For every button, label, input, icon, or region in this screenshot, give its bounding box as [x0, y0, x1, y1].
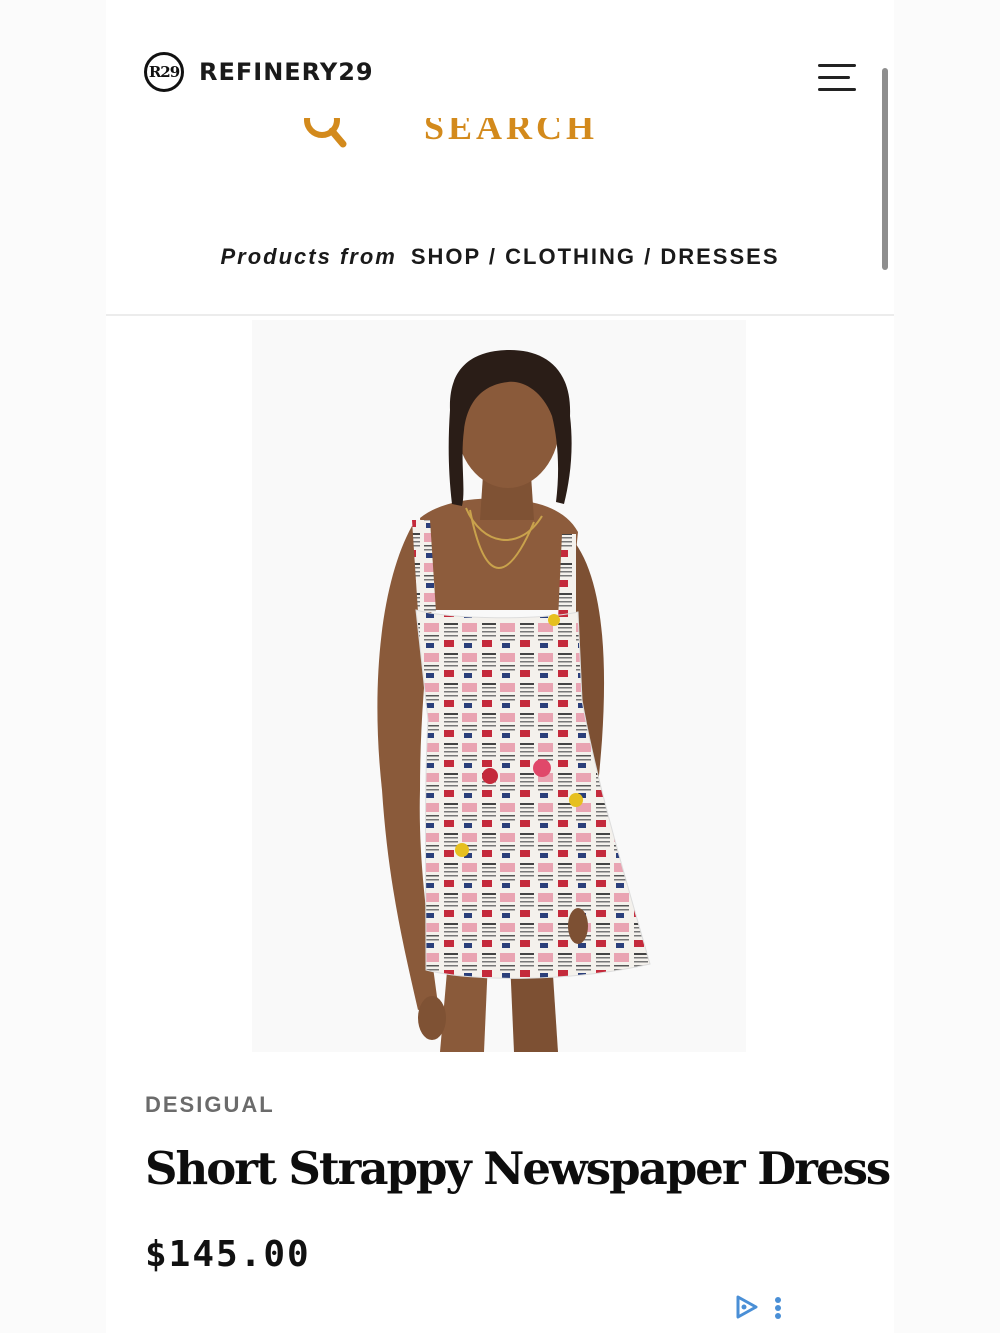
breadcrumb-path[interactable]: SHOP / CLOTHING / DRESSES: [411, 244, 780, 269]
more-options-icon[interactable]: [772, 1296, 784, 1322]
menu-line: [818, 76, 850, 79]
hamburger-menu-icon[interactable]: [816, 60, 860, 96]
breadcrumb-prefix: Products from: [220, 244, 397, 269]
header-divider: [106, 314, 894, 316]
logo-text: REFINERY29: [199, 58, 374, 86]
site-logo[interactable]: R29 REFINERY29: [144, 52, 374, 92]
product-brand[interactable]: DESIGUAL: [145, 1092, 275, 1118]
menu-line: [818, 88, 856, 91]
menu-line: [818, 64, 856, 67]
logo-badge: R29: [144, 52, 184, 92]
page: R29 REFINERY29 SEARCH Products from SHOP …: [106, 0, 894, 1333]
search-bar[interactable]: SEARCH: [106, 118, 894, 152]
scrollbar[interactable]: [882, 68, 888, 270]
product-image[interactable]: [252, 320, 746, 1052]
breadcrumb: Products from SHOP / CLOTHING / DRESSES: [106, 244, 894, 270]
adchoices-play-icon[interactable]: [734, 1294, 760, 1320]
product-price: $145.00: [145, 1234, 311, 1275]
product-title[interactable]: Short Strappy Newspaper Dress: [145, 1142, 891, 1195]
search-icon[interactable]: [302, 118, 348, 152]
model-photo: [377, 350, 651, 1052]
search-label[interactable]: SEARCH: [424, 118, 598, 148]
